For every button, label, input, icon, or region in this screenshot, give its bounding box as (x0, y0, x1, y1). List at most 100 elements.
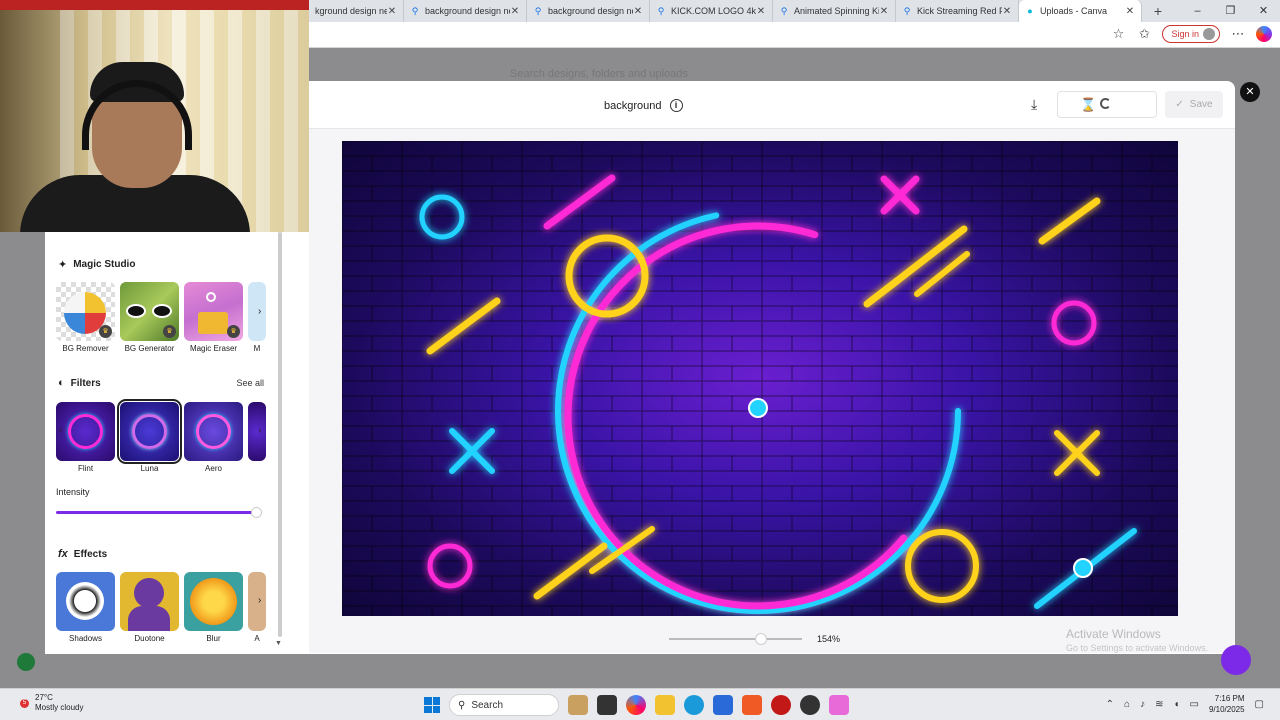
see-all-link[interactable]: See all (236, 378, 264, 388)
battery-icon[interactable]: ▭ (1190, 699, 1199, 710)
save-button[interactable]: ✓ Save (1165, 91, 1223, 118)
effect-shadows[interactable]: Shadows (56, 572, 115, 643)
filter-flint[interactable]: Flint (56, 402, 115, 473)
zoom-slider-knob[interactable] (755, 633, 767, 645)
intensity-slider-knob[interactable] (251, 507, 262, 518)
search-icon: ⚲ (411, 5, 419, 16)
effect-more[interactable]: A (248, 572, 266, 643)
volume-icon[interactable]: ◖ (1173, 699, 1179, 710)
chevron-up-icon[interactable]: ⌃ (1106, 699, 1114, 710)
magic-studio-row: ♛ BG Remover ♛ BG Generator ♛ Magic Eras… (56, 282, 266, 353)
image-preview[interactable] (342, 141, 1178, 616)
browser-tab[interactable]: ⚲ background design ne ✕ (404, 0, 527, 22)
chevron-left-icon[interactable]: ‹ (59, 425, 62, 436)
download-icon[interactable]: ⤓ (1031, 96, 1037, 113)
close-icon[interactable]: ✕ (510, 6, 520, 17)
chevron-right-icon[interactable]: › (258, 306, 261, 317)
blur-handle[interactable] (1073, 558, 1093, 578)
sign-in-button[interactable]: Sign in (1162, 25, 1220, 43)
task-view-icon[interactable] (568, 695, 588, 715)
tab-label: background design ne (548, 6, 633, 16)
windows-start-icon[interactable] (424, 697, 440, 713)
activate-windows-hint: Go to Settings to activate Windows. (1066, 643, 1209, 653)
search-icon: ⚲ (657, 5, 665, 16)
profile-dot[interactable] (17, 653, 35, 671)
maximize-icon[interactable]: ❐ (1214, 0, 1247, 22)
copilot-icon[interactable] (1256, 26, 1272, 42)
effect-duotone[interactable]: Duotone (120, 572, 179, 643)
hourglass-icon: ⌛ (1080, 97, 1097, 112)
crown-icon: ♛ (227, 325, 240, 338)
sidebar-scrollbar[interactable] (278, 232, 282, 637)
bg-generator-thumb: ♛ (120, 282, 179, 341)
copilot-app-icon[interactable] (626, 695, 646, 715)
weather-widget[interactable]: 5 27°C Mostly cloudy (20, 693, 83, 713)
help-fab[interactable] (1221, 645, 1251, 675)
zoom-slider-track[interactable] (669, 638, 802, 640)
effect-thumb (184, 572, 243, 631)
snipping-icon[interactable] (829, 695, 849, 715)
store-icon[interactable] (713, 695, 733, 715)
edge-icon[interactable] (684, 695, 704, 715)
crown-icon: ♛ (163, 325, 176, 338)
browser-tab[interactable]: ⚲ KICK.COM LOGO 4k ✕ (650, 0, 773, 22)
record-icon[interactable] (771, 695, 791, 715)
wifi-icon[interactable]: ≋ (1155, 699, 1163, 710)
intensity-slider-track[interactable] (56, 511, 257, 514)
terminal-icon[interactable] (597, 695, 617, 715)
filter-aero[interactable]: Aero (184, 402, 243, 473)
magic-eraser-tool[interactable]: ♛ Magic Eraser (184, 282, 243, 353)
magic-more-tool[interactable]: M (248, 282, 266, 353)
focus-handle[interactable] (748, 398, 768, 418)
more-icon[interactable]: ⋯ (1230, 26, 1246, 42)
filters-row: Flint Luna Aero (56, 399, 266, 473)
taskbar-search[interactable]: ⚲ Search (449, 694, 559, 716)
effect-blur[interactable]: Blur (184, 572, 243, 643)
close-icon[interactable]: ✕ (879, 6, 889, 17)
favorites-icon[interactable]: ✩ (1136, 26, 1152, 42)
tool-label: BG Remover (62, 344, 109, 353)
chevron-right-icon[interactable]: › (258, 425, 261, 436)
tab-label: Animated Spinning Kic (794, 6, 879, 16)
minimize-icon[interactable]: – (1181, 0, 1214, 22)
star-icon[interactable]: ☆ (1110, 26, 1126, 42)
file-explorer-icon[interactable] (655, 695, 675, 715)
filter-more[interactable] (248, 402, 266, 473)
section-title: Effects (73, 548, 108, 560)
chevron-right-icon[interactable]: › (258, 595, 261, 606)
mic-icon[interactable]: ♪ (1140, 699, 1145, 710)
obs-icon[interactable] (800, 695, 820, 715)
close-modal-button[interactable]: ✕ (1240, 82, 1260, 102)
filter-luna[interactable]: Luna (117, 399, 182, 473)
browser-tab[interactable]: ⚲ Animated Spinning Kic ✕ (773, 0, 896, 22)
scroll-down-icon[interactable]: ▼ (275, 640, 282, 647)
close-icon[interactable]: ✕ (1002, 6, 1012, 17)
canva-icon: ● (1027, 6, 1033, 16)
network-icon[interactable]: ⌂ (1124, 699, 1130, 710)
browser-tab[interactable]: ⚲ Kick Streaming Red PN ✕ (896, 0, 1019, 22)
new-tab-button[interactable]: + (1148, 3, 1168, 19)
bg-generator-tool[interactable]: ♛ BG Generator (120, 282, 179, 353)
browser-tab-active[interactable]: ● Uploads - Canva ✕ (1019, 0, 1142, 22)
notification-icon[interactable]: ▢ (1255, 699, 1264, 710)
close-icon[interactable]: ✕ (387, 6, 397, 17)
brave-icon[interactable] (742, 695, 762, 715)
zoom-value: 154% (817, 634, 841, 644)
filter-label: Flint (77, 464, 94, 473)
filters-heading: ◐ Filters (58, 377, 101, 389)
clock[interactable]: 7:16 PM 9/10/2025 (1209, 693, 1245, 715)
modal-header: background i ⤓ ⌛ ✓ Save (309, 81, 1235, 129)
clock-time: 7:16 PM (1214, 694, 1245, 703)
magic-eraser-thumb: ♛ (184, 282, 243, 341)
bg-remover-tool[interactable]: ♛ BG Remover (56, 282, 115, 353)
system-tray: ⌃ ⌂ ♪ ≋ ◖ ▭ 7:16 PM 9/10/2025 ▢ (1106, 693, 1264, 715)
browser-tab[interactable]: kground design ne ✕ (309, 0, 404, 22)
spinner-icon (1100, 98, 1111, 109)
close-window-icon[interactable]: ✕ (1247, 0, 1280, 22)
browser-tab[interactable]: ⚲ background design ne ✕ (527, 0, 650, 22)
activate-windows-watermark: Activate Windows (1066, 627, 1161, 641)
close-icon[interactable]: ✕ (633, 6, 643, 17)
close-icon[interactable]: ✕ (1125, 6, 1135, 17)
info-icon[interactable]: i (669, 99, 683, 112)
close-icon[interactable]: ✕ (756, 6, 766, 17)
